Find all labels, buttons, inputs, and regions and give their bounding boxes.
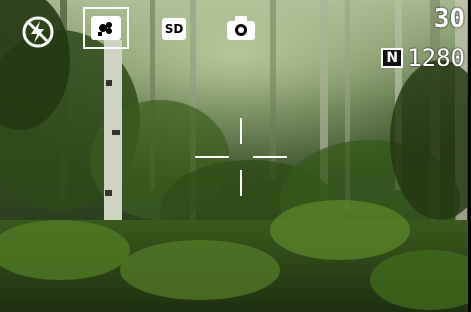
sd-card-icon: SD (160, 17, 188, 41)
portrait-flower-icon (91, 16, 121, 40)
sd-card-label: SD (164, 22, 184, 36)
camera-viewfinder: SD 30 N 1280 (0, 0, 471, 312)
image-size-indicator: N 1280 (381, 46, 465, 70)
flash-off-auto-icon (20, 14, 56, 50)
scene-mode-selected (83, 7, 129, 49)
camera-icon (224, 14, 258, 42)
quality-badge: N (381, 48, 404, 68)
resolution-value: 1280 (407, 44, 465, 72)
shots-remaining: 30 (433, 4, 465, 34)
focus-crosshair-icon (195, 118, 287, 196)
